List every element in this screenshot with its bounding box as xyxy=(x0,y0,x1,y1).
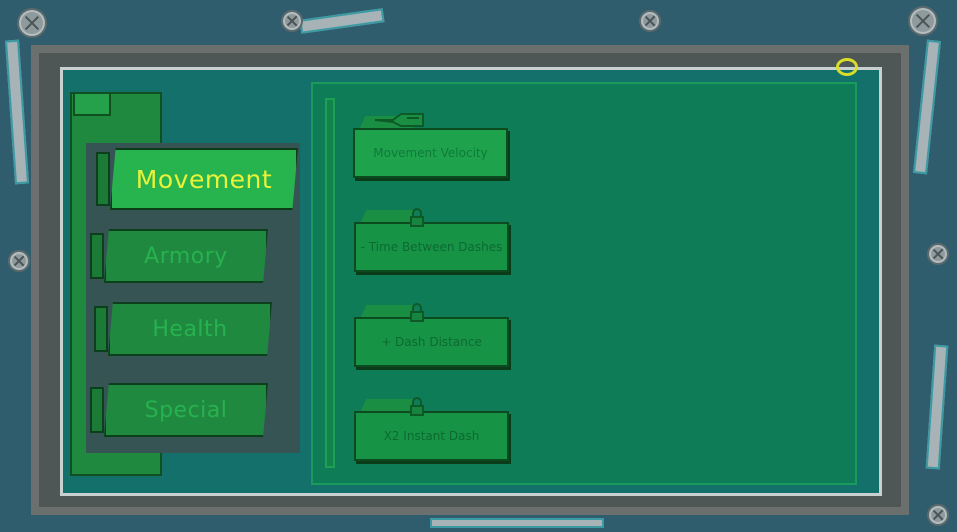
category-label: Special xyxy=(144,397,228,423)
screw-icon xyxy=(908,6,938,36)
cursor-ring-icon xyxy=(836,58,858,76)
tab-edge xyxy=(94,306,108,352)
tab-edge xyxy=(90,233,104,279)
upgrade-card-movement-velocity[interactable]: Movement Velocity xyxy=(353,113,508,178)
frame-shard-bottom xyxy=(430,518,604,528)
screw-icon xyxy=(639,10,661,32)
upgrade-label: + Dash Distance xyxy=(381,335,482,349)
upgrade-label: - Time Between Dashes xyxy=(360,240,503,254)
category-tab-health[interactable]: Health xyxy=(94,302,272,356)
screw-icon xyxy=(281,10,303,32)
category-tab-special[interactable]: Special xyxy=(90,383,268,437)
category-label: Armory xyxy=(144,243,228,269)
tab-edge xyxy=(90,387,104,433)
category-tab-movement[interactable]: Movement xyxy=(96,148,298,210)
upgrade-label: Movement Velocity xyxy=(373,146,488,160)
upgrade-label: X2 Instant Dash xyxy=(383,429,480,443)
category-label: Health xyxy=(152,316,228,342)
screw-icon xyxy=(927,243,949,265)
hand-pointer-icon xyxy=(374,113,424,127)
screw-icon xyxy=(8,250,30,272)
scrollbar[interactable] xyxy=(325,98,335,468)
category-label: Movement xyxy=(135,164,273,194)
tab-edge xyxy=(96,152,110,206)
folder-tab-cap xyxy=(73,92,111,116)
screw-icon xyxy=(927,504,949,526)
category-tab-armory[interactable]: Armory xyxy=(90,229,268,283)
upgrade-card-time-between-dashes[interactable]: - Time Between Dashes xyxy=(354,208,509,272)
upgrade-card-instant-dash[interactable]: X2 Instant Dash xyxy=(354,397,509,461)
screw-icon xyxy=(17,8,47,38)
upgrade-card-dash-distance[interactable]: + Dash Distance xyxy=(354,303,509,367)
